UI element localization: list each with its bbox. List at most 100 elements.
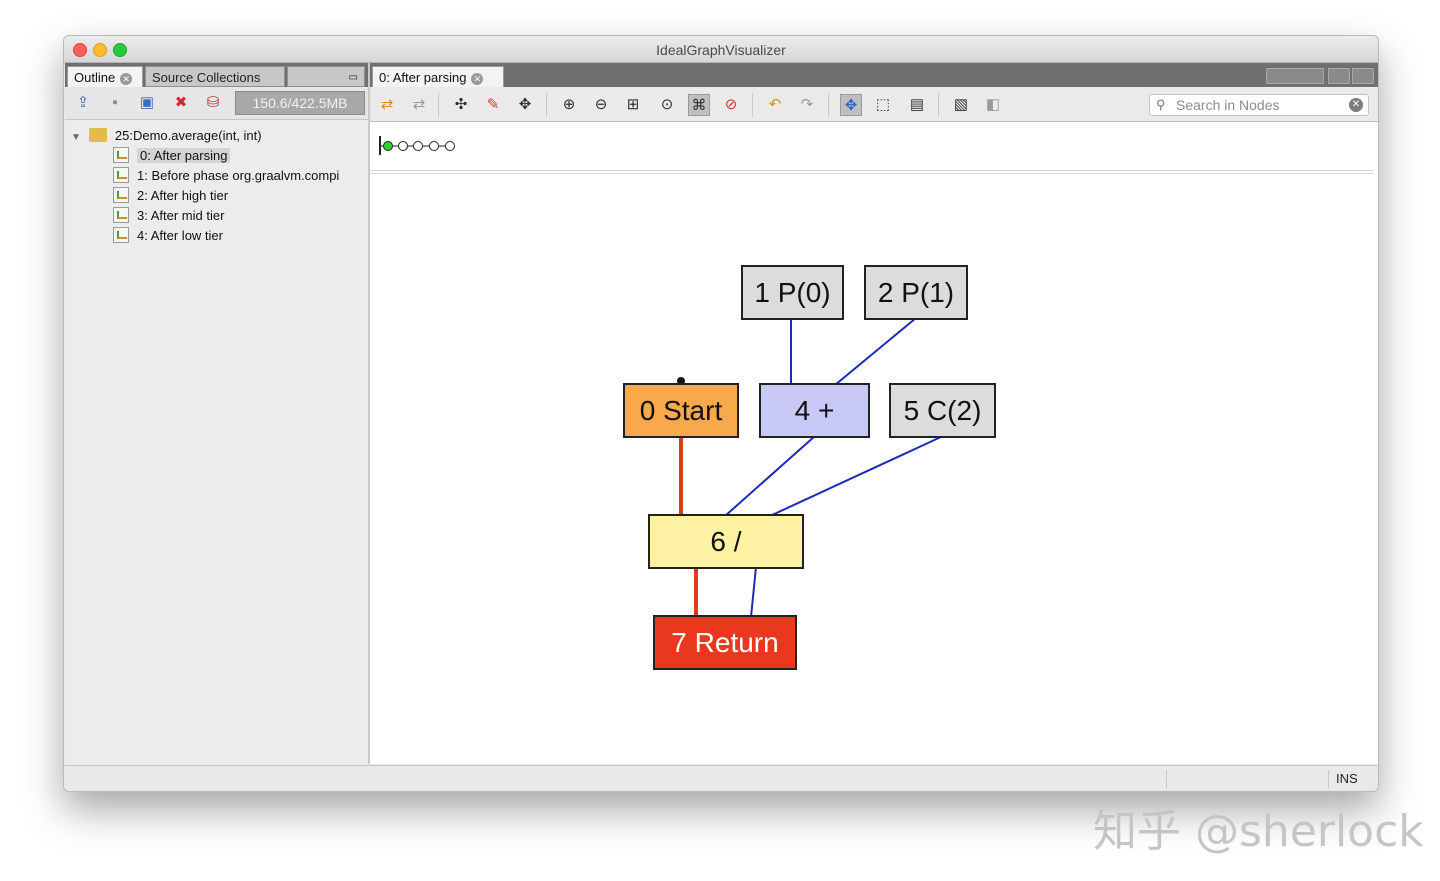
zoom-out-icon[interactable]: ⊖ bbox=[590, 94, 612, 116]
no-sync-icon[interactable]: ⊘ bbox=[720, 94, 742, 116]
select-icon[interactable]: ⬚ bbox=[872, 94, 894, 116]
tree-item[interactable]: 2: After high tier bbox=[113, 186, 228, 206]
tree-item-label: 2: After high tier bbox=[137, 188, 229, 203]
graph-node[interactable]: 5 C(2) bbox=[889, 383, 996, 438]
prev-snapshot-icon[interactable]: ⇄ bbox=[376, 94, 398, 116]
tree-item-label: 1: Before phase org.graalvm.compi bbox=[137, 168, 340, 183]
expand-arrow-icon[interactable]: ▼ bbox=[71, 132, 81, 143]
node-label: 4 + bbox=[794, 395, 835, 426]
separator bbox=[1328, 770, 1329, 788]
snapshot-slider[interactable] bbox=[370, 122, 1374, 171]
next-snapshot-icon[interactable]: ⇄ bbox=[408, 94, 430, 116]
close-icon[interactable]: ✕ bbox=[120, 72, 133, 85]
undo-icon[interactable]: ↶ bbox=[764, 94, 786, 116]
node-label: 0 Start bbox=[639, 395, 723, 426]
editor-tab-row: 0: After parsing ✕ bbox=[370, 63, 1378, 87]
graph-node[interactable]: 2 P(1) bbox=[864, 265, 968, 320]
graph-icon bbox=[113, 227, 129, 243]
graph-node[interactable]: 6 / bbox=[648, 514, 804, 569]
edge bbox=[769, 435, 944, 517]
chevron-down-icon[interactable] bbox=[1328, 68, 1350, 84]
minimize-panel-button[interactable]: ▭ bbox=[287, 66, 365, 87]
graph-edges bbox=[677, 317, 944, 618]
tab-graph[interactable]: 0: After parsing ✕ bbox=[372, 66, 504, 87]
node-label: 5 C(2) bbox=[903, 395, 982, 426]
edge bbox=[834, 317, 917, 386]
overview-icon[interactable]: ▤ bbox=[906, 94, 928, 116]
tab-outline[interactable]: Outline ✕ bbox=[67, 66, 143, 87]
tree-item-label: 0: After parsing bbox=[137, 148, 231, 163]
left-tab-row: Outline ✕ Source Collections ▭ bbox=[65, 63, 368, 87]
remove-all-icon[interactable]: ⛁ bbox=[203, 93, 223, 113]
fit-icon[interactable]: ⊞ bbox=[622, 94, 644, 116]
graph-canvas[interactable]: 1 P(0) 2 P(1) 0 Start 4 + 5 C(2) 6 / 7 R… bbox=[370, 173, 1374, 762]
search-box[interactable]: ⚲ ✕ bbox=[1149, 94, 1369, 116]
layout-icon[interactable]: ⌘ bbox=[688, 94, 710, 116]
graph-icon bbox=[113, 147, 129, 163]
outline-toolbar: ⇪ ▪ ▣ ✖ ⛁ 150.6/422.5MB bbox=[65, 87, 368, 120]
maximize-icon[interactable] bbox=[1352, 68, 1374, 84]
graph-icon bbox=[113, 207, 129, 223]
tab-source-collections[interactable]: Source Collections bbox=[145, 66, 285, 87]
slider-point bbox=[445, 141, 455, 151]
graph-editor-panel: 0: After parsing ✕ ⇄ ⇄ ✣ ✎ ✥ ⊕ ⊖ ⊞ ⊙ ⌘ ⊘ … bbox=[370, 63, 1378, 764]
node-label: 2 P(1) bbox=[877, 277, 955, 308]
tree-root-label: 25:Demo.average(int, int) bbox=[114, 128, 262, 143]
show-all-icon[interactable]: ✥ bbox=[514, 94, 536, 116]
tree-item[interactable]: 1: Before phase org.graalvm.compi bbox=[113, 166, 339, 186]
remove-icon[interactable]: ✖ bbox=[171, 93, 191, 113]
expand-icon[interactable]: ✣ bbox=[450, 94, 472, 116]
app-window: IdealGraphVisualizer Outline ✕ Source Col… bbox=[63, 35, 1379, 792]
folder-icon bbox=[88, 128, 107, 142]
title-bar: IdealGraphVisualizer bbox=[64, 36, 1378, 63]
settings-icon[interactable]: ◧ bbox=[982, 94, 1004, 116]
graph-node[interactable]: 0 Start bbox=[623, 383, 739, 438]
watermark: 知乎 @sherlock bbox=[1093, 806, 1424, 857]
insert-mode-indicator: INS bbox=[1336, 771, 1358, 786]
memory-indicator[interactable]: 150.6/422.5MB bbox=[235, 91, 365, 115]
tab-scroll-buttons[interactable] bbox=[1266, 68, 1324, 84]
separator bbox=[546, 93, 547, 117]
tree-item[interactable]: 0: After parsing bbox=[113, 146, 231, 166]
tree-item-label: 4: After low tier bbox=[137, 228, 223, 243]
node-label: 1 P(0) bbox=[754, 277, 831, 308]
slider-point bbox=[413, 141, 423, 151]
separator bbox=[1166, 770, 1167, 788]
tree-item[interactable]: 3: After mid tier bbox=[113, 206, 224, 226]
graph-node[interactable]: 4 + bbox=[759, 383, 870, 438]
clear-search-icon[interactable]: ✕ bbox=[1349, 98, 1363, 112]
slider-point-current bbox=[383, 141, 393, 151]
node-label: 6 / bbox=[710, 526, 742, 557]
outline-panel: Outline ✕ Source Collections ▭ ⇪ ▪ ▣ ✖ ⛁ … bbox=[65, 63, 371, 764]
save-all-icon[interactable]: ▣ bbox=[137, 93, 157, 113]
tree-root[interactable]: ▼ 25:Demo.average(int, int) bbox=[71, 126, 262, 146]
search-input[interactable] bbox=[1176, 97, 1346, 113]
open-icon[interactable]: ⇪ bbox=[73, 93, 93, 113]
edge bbox=[724, 435, 816, 517]
close-icon[interactable]: ✕ bbox=[471, 72, 484, 85]
snapshot-slider-track[interactable] bbox=[370, 122, 490, 170]
graph-node[interactable]: 1 P(0) bbox=[741, 265, 844, 320]
redo-icon[interactable]: ↷ bbox=[796, 94, 818, 116]
hide-icon[interactable]: ✎ bbox=[482, 94, 504, 116]
separator bbox=[752, 93, 753, 117]
pan-icon[interactable]: ✥ bbox=[840, 94, 862, 116]
graph-icon bbox=[113, 187, 129, 203]
graph-icon bbox=[113, 167, 129, 183]
export-icon[interactable]: ▧ bbox=[950, 94, 972, 116]
separator bbox=[438, 93, 439, 117]
tree-item-label: 3: After mid tier bbox=[137, 208, 225, 223]
tab-source-collections-label: Source Collections bbox=[152, 70, 261, 85]
outline-tree: ▼ 25:Demo.average(int, int) 0: After pars… bbox=[65, 120, 368, 740]
graph-toolbar: ⇄ ⇄ ✣ ✎ ✥ ⊕ ⊖ ⊞ ⊙ ⌘ ⊘ ↶ ↷ ✥ ⬚ ▤ ▧ ◧ ⚲ Se… bbox=[370, 87, 1378, 122]
edge bbox=[750, 566, 757, 618]
zoom-selection-icon[interactable]: ⊙ bbox=[656, 94, 678, 116]
node-label: 7 Return bbox=[671, 627, 779, 658]
zoom-in-icon[interactable]: ⊕ bbox=[558, 94, 580, 116]
save-icon[interactable]: ▪ bbox=[105, 93, 125, 113]
status-bar: INS bbox=[64, 765, 1378, 791]
tree-item[interactable]: 4: After low tier bbox=[113, 226, 223, 246]
slider-point bbox=[429, 141, 439, 151]
graph-node[interactable]: 7 Return bbox=[653, 615, 797, 670]
slider-point bbox=[398, 141, 408, 151]
